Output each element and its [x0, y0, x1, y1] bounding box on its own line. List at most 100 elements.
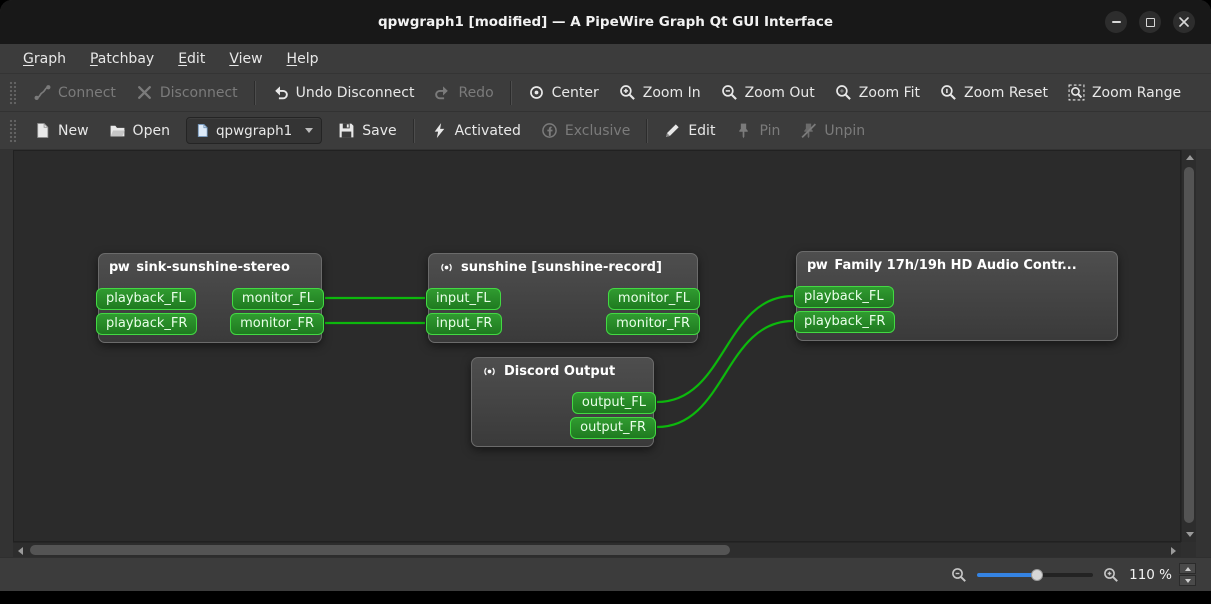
open-folder-icon [110, 125, 125, 137]
zoom-out-label: Zoom Out [744, 84, 815, 101]
port-monitor-fr[interactable]: monitor_FR [230, 313, 324, 335]
close-button[interactable] [1173, 11, 1195, 33]
port-output-fr[interactable]: output_FR [570, 417, 656, 439]
menu-graph[interactable]: Graph [12, 47, 77, 71]
triangle-left-icon [18, 546, 23, 555]
scroll-up-arrow[interactable] [1182, 150, 1197, 165]
menubar: Graph Patchbay Edit View Help [0, 44, 1211, 74]
toolbar-separator [412, 118, 415, 143]
save-button[interactable]: Save [329, 117, 405, 144]
zoom-step-down-button[interactable] [1179, 575, 1196, 586]
edit-button[interactable]: Edit [655, 117, 724, 144]
scrollbar-corner [1181, 542, 1196, 557]
pin-button[interactable]: Pin [726, 117, 789, 144]
maximize-button[interactable] [1139, 11, 1161, 33]
toolbar-separator [509, 80, 512, 105]
graph-canvas[interactable]: pw sink-sunshine-stereo playback_FL play… [13, 150, 1181, 542]
graph-toolbar: Connect Disconnect Undo Disconnect Redo … [0, 74, 1211, 112]
new-label: New [58, 122, 89, 139]
horizontal-scrollbar[interactable] [13, 542, 1181, 557]
menu-view[interactable]: View [218, 47, 273, 71]
new-file-icon [37, 123, 49, 138]
scroll-left-arrow[interactable] [13, 543, 28, 558]
disconnect-label: Disconnect [159, 84, 238, 101]
menu-help[interactable]: Help [276, 47, 330, 71]
spin-arrows [1179, 563, 1196, 586]
titlebar[interactable]: qpwgraph1 [modified] — A PipeWire Graph … [0, 0, 1211, 44]
zoom-in-button[interactable]: Zoom In [610, 79, 710, 106]
menu-patchbay[interactable]: Patchbay [79, 47, 165, 71]
redo-button[interactable]: Redo [425, 79, 502, 106]
port-playback-fr[interactable]: playback_FR [96, 313, 198, 335]
toolbar-separator [253, 80, 256, 105]
port-monitor-fl[interactable]: monitor_FL [607, 288, 700, 310]
node-sunshine-record[interactable]: sunshine [sunshine-record] input_FL inpu… [426, 253, 700, 343]
vertical-scroll-handle[interactable] [1184, 167, 1194, 523]
port-playback-fl[interactable]: playback_FL [794, 286, 894, 308]
zoom-value[interactable]: 110 % [1129, 567, 1172, 583]
pin-icon [739, 123, 749, 139]
zoom-slider-thumb[interactable] [1031, 568, 1044, 581]
zoom-fit-button[interactable]: Zoom Fit [826, 79, 929, 106]
port-input-fl[interactable]: input_FL [426, 288, 501, 310]
port-playback-fl[interactable]: playback_FL [96, 288, 196, 310]
unpin-button[interactable]: Unpin [791, 117, 874, 144]
zoom-in-icon [619, 85, 635, 100]
exclusive-icon [542, 123, 557, 138]
node-discord-output[interactable]: Discord Output output_FL output_FR [471, 357, 656, 447]
chevron-down-icon [305, 128, 314, 133]
zoom-in-label: Zoom In [642, 84, 701, 101]
connect-button[interactable]: Connect [25, 79, 125, 106]
zoom-step-up-button[interactable] [1179, 563, 1196, 574]
disconnect-button[interactable]: Disconnect [127, 79, 247, 106]
zoom-out-icon [952, 567, 967, 582]
node-family-hd-audio[interactable]: pw Family 17h/19h HD Audio Contr... play… [794, 251, 1118, 341]
pipewire-icon: pw [109, 260, 130, 275]
port-output-fl[interactable]: output_FL [571, 392, 656, 414]
zoom-reset-button[interactable]: Zoom Reset [931, 79, 1057, 106]
disconnect-icon [137, 86, 151, 99]
node-header: Discord Output [472, 358, 653, 383]
zoom-reset-label: Zoom Reset [964, 84, 1048, 101]
port-monitor-fr[interactable]: monitor_FR [606, 313, 700, 335]
scroll-down-arrow[interactable] [1182, 527, 1197, 542]
zoom-spinbox[interactable]: 110 % [1129, 563, 1196, 586]
exclusive-button[interactable]: Exclusive [532, 117, 639, 144]
port-input-fr[interactable]: input_FR [426, 313, 503, 335]
zoom-range-button[interactable]: Zoom Range [1059, 79, 1190, 106]
center-icon [529, 86, 543, 99]
node-header: sunshine [sunshine-record] [429, 254, 697, 279]
qpwgraph-window: qpwgraph1 [modified] — A PipeWire Graph … [0, 0, 1211, 591]
undo-button[interactable]: Undo Disconnect [263, 79, 424, 106]
zoom-out-button[interactable]: Zoom Out [712, 79, 824, 106]
horizontal-scroll-handle[interactable] [30, 545, 730, 555]
vertical-scrollbar[interactable] [1181, 150, 1196, 542]
zoom-out-icon [721, 85, 737, 100]
patchbay-file-combo[interactable]: qpwgraph1 [185, 117, 323, 144]
minimize-button[interactable] [1105, 11, 1127, 33]
toolbar-drag-handle[interactable] [9, 80, 16, 105]
scroll-right-arrow[interactable] [1166, 543, 1181, 558]
center-button[interactable]: Center [519, 79, 608, 106]
port-monitor-fl[interactable]: monitor_FL [231, 288, 324, 310]
port-playback-fr[interactable]: playback_FR [794, 311, 896, 333]
menu-edit[interactable]: Edit [167, 47, 216, 71]
minimize-icon [1111, 21, 1121, 23]
close-icon [1179, 17, 1189, 27]
zoom-slider[interactable] [977, 567, 1094, 583]
node-sink-sunshine-stereo[interactable]: pw sink-sunshine-stereo playback_FL play… [96, 253, 324, 343]
activated-label: Activated [454, 122, 521, 139]
triangle-up-icon [1184, 566, 1191, 571]
redo-label: Redo [458, 84, 494, 101]
activated-button[interactable]: Activated [422, 117, 530, 144]
toolbar-drag-handle[interactable] [9, 118, 16, 143]
zoom-reset-icon [941, 85, 956, 100]
exclusive-label: Exclusive [564, 122, 631, 139]
zoom-slider-track [1037, 572, 1094, 577]
open-button[interactable]: Open [100, 117, 179, 144]
open-label: Open [132, 122, 170, 139]
new-button[interactable]: New [25, 117, 98, 144]
node-title: sunshine [sunshine-record] [461, 260, 662, 275]
save-label: Save [362, 122, 397, 139]
patchbay-file-name: qpwgraph1 [215, 122, 293, 139]
